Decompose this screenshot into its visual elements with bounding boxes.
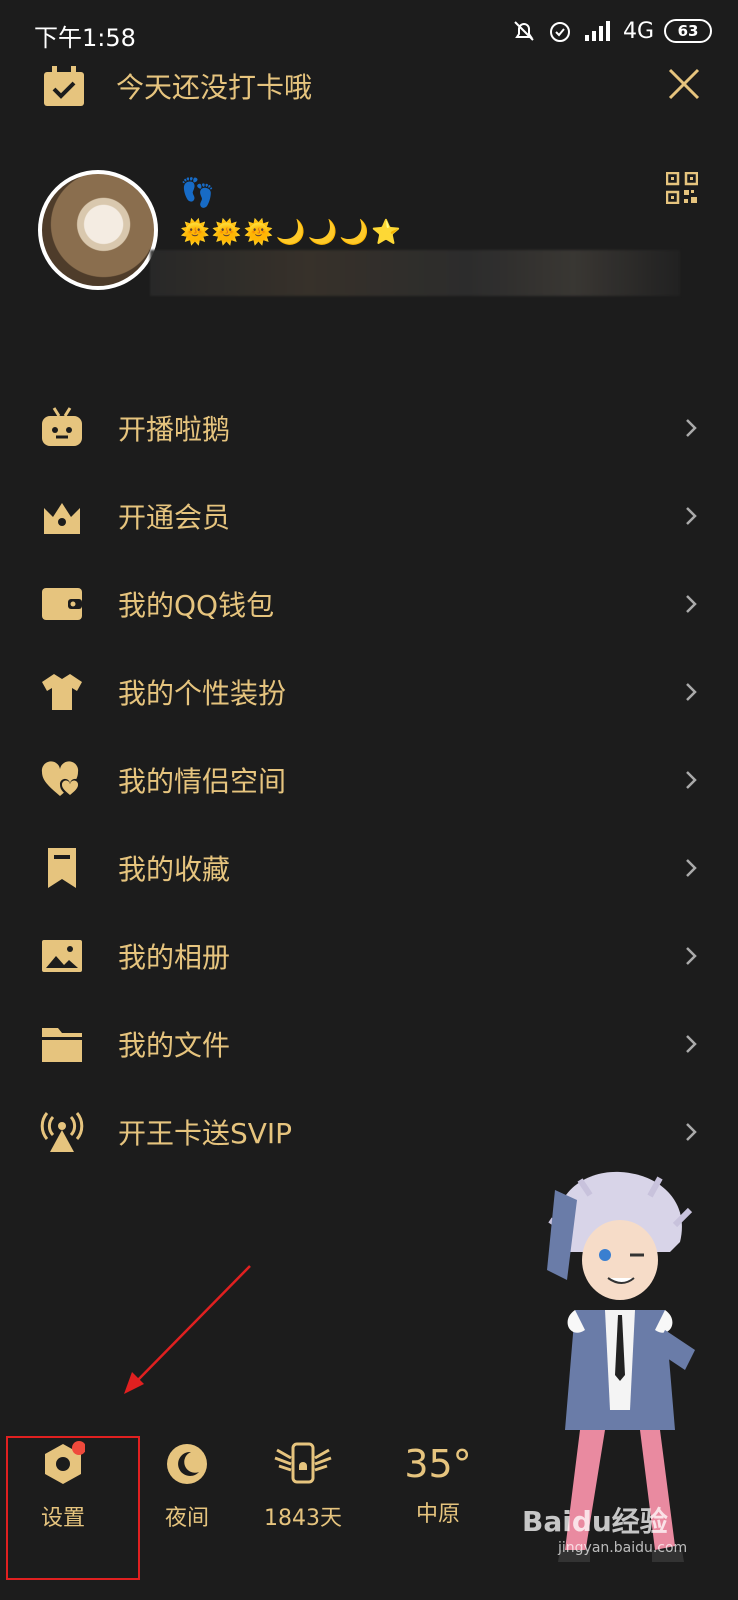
menu-item-wallet[interactable]: 我的QQ钱包 (0, 560, 738, 648)
temperature: 35° (404, 1442, 472, 1486)
chevron-right-icon (686, 859, 697, 877)
wallet-icon (42, 588, 82, 620)
baidu-watermark: Baidu经验 jingyan.baidu.com (522, 1500, 687, 1556)
menu-item-live[interactable]: 开播啦鹅 (0, 384, 738, 472)
days-counter-button[interactable]: 1843天 (262, 1440, 344, 1532)
blurred-nickname (150, 250, 680, 296)
chevron-right-icon (686, 1123, 697, 1141)
footprints-icon: 👣 (180, 176, 215, 209)
chevron-right-icon (686, 419, 697, 437)
avatar[interactable] (38, 170, 158, 290)
chevron-right-icon (686, 771, 697, 789)
menu-item-favorites[interactable]: 我的收藏 (0, 824, 738, 912)
moon-icon (167, 1444, 207, 1484)
menu-item-label: 开王卡送SVIP (118, 1117, 293, 1150)
bookmark-icon (48, 848, 76, 888)
menu-item-label: 我的情侣空间 (118, 765, 287, 798)
alarm-icon (549, 22, 570, 42)
status-icons: 4G 63 (511, 18, 712, 44)
checkin-text: 今天还没打卡哦 (116, 71, 313, 104)
shirt-icon (42, 674, 82, 710)
qq-level-badges[interactable]: 🌞🌞🌞🌙🌙🌙⭐ (180, 218, 403, 246)
menu-item-label: 开播啦鹅 (118, 413, 231, 446)
signal-tower-icon (40, 1112, 84, 1152)
settings-button[interactable]: 设置 (36, 1440, 90, 1532)
annotation-arrow (124, 1265, 251, 1394)
menu-item-couple-space[interactable]: 我的情侣空间 (0, 736, 738, 824)
settings-label: 设置 (40, 1506, 85, 1531)
photo-icon (42, 940, 82, 972)
folder-icon (42, 1028, 82, 1062)
menu-item-label: 我的QQ钱包 (118, 589, 275, 622)
city-label: 中原 (415, 1502, 460, 1527)
menu-item-label: 我的收藏 (118, 853, 231, 886)
chevron-right-icon (686, 507, 697, 525)
network-type: 4G (622, 18, 654, 44)
night-mode-button[interactable]: 夜间 (160, 1440, 214, 1532)
chevron-right-icon (686, 595, 697, 613)
menu-item-files[interactable]: 我的文件 (0, 1000, 738, 1088)
menu-item-label: 我的相册 (118, 941, 231, 974)
weather-button[interactable]: 35° 中原 (398, 1440, 478, 1528)
qr-code-icon[interactable] (666, 172, 698, 204)
chevron-right-icon (686, 683, 697, 701)
tv-icon (42, 407, 82, 446)
drawer-menu: 开播啦鹅 开通会员 我的QQ钱包 我的个性装扮 我的情侣空间 我的收藏 我的相册… (0, 384, 738, 1176)
menu-item-albums[interactable]: 我的相册 (0, 912, 738, 1000)
watermark-url: jingyan.baidu.com (558, 1540, 688, 1556)
menu-item-membership[interactable]: 开通会员 (0, 472, 738, 560)
settings-hexagon-icon (45, 1441, 86, 1484)
hearts-icon (41, 761, 81, 798)
menu-item-label: 我的文件 (118, 1029, 231, 1062)
checkin-banner[interactable]: 今天还没打卡哦 (0, 56, 738, 116)
chevron-right-icon (686, 947, 697, 965)
close-icon[interactable] (664, 64, 704, 104)
mute-bell-icon (514, 21, 534, 41)
winged-phone-icon (274, 1442, 332, 1484)
crown-icon (44, 503, 80, 534)
battery-indicator: 63 (664, 19, 712, 43)
chevron-right-icon (686, 1035, 697, 1053)
watermark-brand: Baidu经验 (522, 1505, 668, 1538)
days-count-label: 1843天 (264, 1506, 342, 1531)
menu-item-label: 我的个性装扮 (118, 677, 287, 710)
status-time: 下午1:58 (34, 24, 136, 52)
signal-icon (584, 21, 610, 41)
calendar-check-icon (44, 66, 84, 106)
menu-item-label: 开通会员 (118, 501, 231, 534)
menu-item-dress-up[interactable]: 我的个性装扮 (0, 648, 738, 736)
night-label: 夜间 (164, 1506, 209, 1531)
